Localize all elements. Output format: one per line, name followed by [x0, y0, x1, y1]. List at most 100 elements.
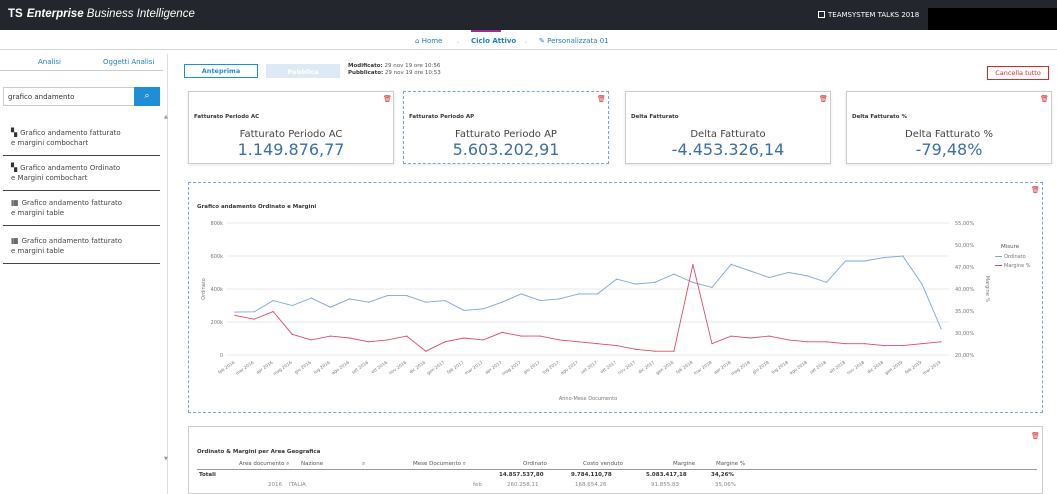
line-chart: 0 200k 400k 600k 800k 20,00% 30,00% 35,00% 40,00… [201, 221, 1031, 402]
breadcrumb-home[interactable]: ⌂ Home [415, 37, 442, 45]
y2-tick-label: 20,00% [955, 353, 974, 359]
x-tick-label: ott 2018 [828, 360, 847, 376]
x-tick-label: giu 2016 [294, 360, 313, 376]
trash-icon[interactable]: 🗑 [819, 95, 828, 103]
search-icon[interactable]: ⌕ [286, 461, 289, 467]
data-point-ordinato [921, 283, 923, 285]
kpi-card-delta-fatturato-pct[interactable]: 🗑 Delta Fatturato % Delta Fatturato % -7… [846, 91, 1052, 164]
x-tick-label: set 2018 [809, 360, 828, 376]
row-nation: ITALIA [289, 482, 306, 488]
kpi-card-fatturato-ac[interactable]: 🗑 Fatturato Periodo AC Fatturato Periodo… [188, 91, 394, 164]
x-tick-label: set 2017 [580, 360, 599, 376]
column-header-area[interactable]: Area documento ⌕ [239, 461, 289, 468]
brand-bold: Enterprise [26, 8, 84, 20]
data-point-ordinato [539, 299, 541, 302]
data-point-ordinato [482, 308, 484, 310]
column-header-ordinato[interactable]: Ordinato [523, 461, 547, 467]
tab-oggetti-analisi[interactable]: Oggetti Analisi [103, 58, 154, 66]
table-widget[interactable]: 🗑 Ordinato & Margini per Area Geografica… [188, 426, 1043, 494]
breadcrumb-ciclo-attivo[interactable]: Ciclo Attivo [471, 37, 516, 45]
data-point-margine [654, 350, 656, 352]
column-header-nazione[interactable]: Nazione [301, 461, 323, 467]
search-input[interactable] [3, 87, 135, 106]
kpi-card-delta-fatturato[interactable]: 🗑 Delta Fatturato Delta Fatturato -4.453… [625, 91, 831, 164]
breadcrumb-separator: . [525, 37, 528, 45]
x-tick-label: nov 2016 [388, 360, 408, 377]
kpi-title: Fatturato Periodo AP [409, 114, 475, 120]
trash-icon[interactable]: 🗑 [1040, 95, 1049, 103]
active-indicator [471, 30, 501, 32]
data-point-margine [921, 343, 923, 345]
data-point-margine [825, 341, 828, 343]
total-label: Totali [199, 472, 216, 478]
x-tick-label: ott 2017 [599, 360, 618, 376]
y2-tick-label: 30,00% [955, 331, 974, 337]
data-point-ordinato [463, 309, 465, 312]
data-point-margine [864, 343, 866, 345]
data-point-ordinato [406, 295, 408, 297]
list-item[interactable]: ▦ Grafico andamento fatturato e margini ta… [3, 192, 160, 226]
data-point-margine [348, 337, 351, 339]
total-ordinato: 14.857.537,80 [499, 472, 544, 478]
trash-icon[interactable]: 🗑 [383, 95, 392, 103]
data-point-margine [844, 343, 847, 345]
data-point-margine [787, 339, 789, 341]
data-point-ordinato [864, 260, 866, 262]
data-point-margine [902, 344, 904, 347]
x-tick-label: apr 2016 [255, 360, 275, 376]
publish-button[interactable]: Pubblica [266, 64, 340, 78]
legend-title: Misure [1001, 244, 1020, 250]
x-tick-label: mar 2017 [464, 360, 485, 377]
breadcrumb-custom[interactable]: ✎ Personalizzata 01 [539, 37, 609, 45]
user-area[interactable] [928, 8, 1057, 30]
data-point-margine [463, 337, 465, 339]
x-tick-label: mag 2017 [501, 360, 523, 378]
clear-all-button[interactable]: Cancella tutto [987, 66, 1049, 80]
y-tick-label: 400k [211, 287, 224, 293]
data-point-margine [692, 263, 694, 266]
data-point-ordinato [348, 298, 351, 300]
y-tick-label: 600k [211, 254, 224, 260]
data-point-margine [291, 333, 293, 335]
total-margine-pct: 34,26% [711, 472, 734, 478]
data-point-ordinato [520, 293, 522, 295]
data-point-ordinato [806, 275, 809, 277]
kpi-title: Fatturato Periodo AC [194, 114, 260, 120]
column-header-margine-pct[interactable]: Margine % [716, 461, 745, 467]
data-point-margine [367, 341, 370, 343]
data-point-ordinato [310, 297, 312, 299]
x-tick-label: mag 2018 [730, 360, 752, 378]
data-point-margine [806, 341, 809, 343]
legend-entry: Ordinato [1004, 254, 1026, 260]
brand[interactable]: TS Enterprise Business Intelligence [8, 8, 195, 20]
data-point-ordinato [367, 301, 370, 303]
preview-button[interactable]: Anteprima [184, 64, 258, 78]
event-selector[interactable]: TEAMSYSTEM TALKS 2018 [818, 11, 919, 19]
list-item[interactable]: ▚ Grafico andamento fatturato e margini co… [3, 122, 160, 156]
total-costo: 9.784.110,78 [571, 472, 612, 478]
chart-widget[interactable]: 🗑 Grafico andamento Ordinato e Margini 0… [188, 182, 1043, 413]
teamsystem-logo-icon: TS [8, 8, 23, 20]
kpi-card-fatturato-ap[interactable]: 🗑 Fatturato Periodo AP Fatturato Periodo… [403, 91, 609, 164]
event-label: TEAMSYSTEM TALKS 2018 [828, 11, 920, 19]
data-point-margine [596, 343, 599, 345]
table-header: Area documento ⌕ Nazione ⌕ Mese Document… [197, 461, 1037, 470]
search-button[interactable]: ⌕ [134, 87, 160, 106]
list-item[interactable]: ▦ Grafico andamento fatturato e margini ta… [3, 230, 160, 264]
data-point-margine [539, 335, 541, 337]
y2-tick-label: 47,00% [955, 265, 974, 271]
column-header-costo[interactable]: Costo venduto [583, 461, 623, 467]
tab-analisi[interactable]: Analisi [38, 58, 61, 66]
scroll-up-icon[interactable]: ▲ [164, 114, 168, 120]
data-point-margine [711, 343, 713, 345]
column-header-mese[interactable]: Mese Documento ⌕ [413, 461, 466, 468]
column-header-margine[interactable]: Margine [673, 461, 695, 467]
scroll-down-icon[interactable]: ▼ [164, 456, 168, 462]
trash-icon[interactable]: 🗑 [597, 95, 606, 103]
y2-tick-label: 35,00% [955, 309, 974, 315]
search-icon[interactable]: ⌕ [463, 461, 466, 467]
search-icon[interactable]: ⌕ [362, 461, 365, 468]
trash-icon[interactable]: 🗑 [1031, 432, 1040, 440]
list-item[interactable]: ▚ Grafico andamento Ordinato e Margini com… [3, 157, 160, 191]
kpi-name: Delta Fatturato [690, 129, 766, 140]
